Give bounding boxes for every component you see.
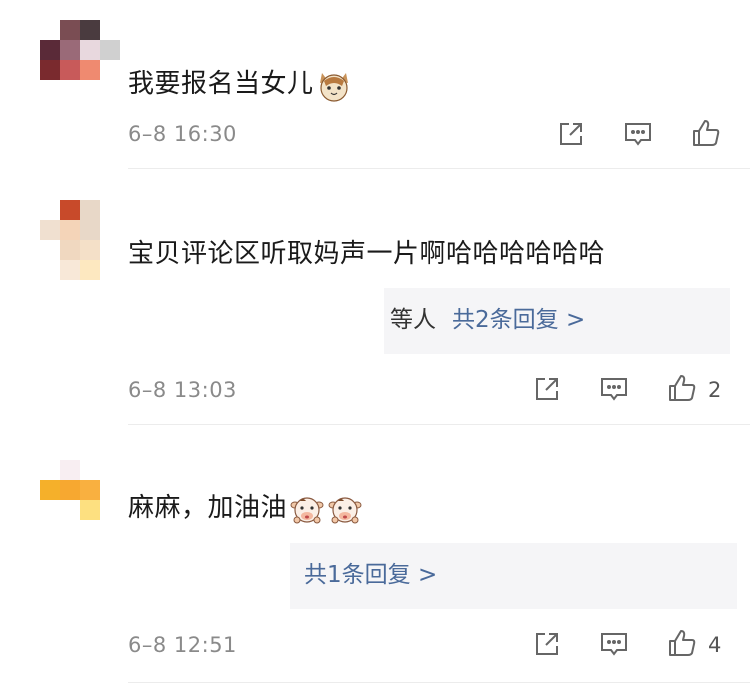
share-icon[interactable] [531, 373, 563, 405]
divider [128, 424, 750, 425]
view-replies-link[interactable]: 共2条回复 > [452, 307, 585, 333]
avatar[interactable] [40, 460, 100, 520]
share-icon[interactable] [555, 118, 587, 150]
comment-icon[interactable] [622, 118, 654, 150]
cow-emoji-icon [327, 491, 363, 527]
comment-icon[interactable] [598, 373, 630, 405]
reply-users: 等人 [390, 307, 436, 333]
divider [128, 682, 750, 683]
thumbs-up-icon[interactable] [690, 117, 722, 149]
view-replies-link[interactable]: 共1条回复 > [304, 562, 437, 588]
comment-text: 我要报名当女儿 [128, 66, 352, 103]
comment-icon[interactable] [598, 628, 630, 660]
reply-preview[interactable]: 共1条回复 > [290, 543, 737, 609]
reply-preview[interactable]: 等人 共2条回复 > [384, 288, 730, 354]
comment-body: 我要报名当女儿 [128, 69, 314, 99]
cat-emoji-icon [316, 67, 352, 103]
like-count: 2 [708, 378, 722, 402]
share-icon[interactable] [531, 628, 563, 660]
thumbs-up-icon[interactable] [666, 627, 698, 659]
cow-emoji-icon [289, 491, 325, 527]
comment-time: 6–8 16:30 [128, 122, 237, 146]
comment-text: 麻麻，加油油 [128, 490, 363, 527]
comment-time: 6–8 13:03 [128, 378, 237, 402]
like-count: 4 [708, 633, 722, 657]
comment-text: 宝贝评论区听取妈声一片啊哈哈哈哈哈哈 [128, 239, 606, 269]
avatar[interactable] [40, 20, 120, 100]
comment-body: 麻麻，加油油 [128, 493, 288, 523]
thumbs-up-icon[interactable] [666, 372, 698, 404]
divider [128, 168, 750, 169]
comment-time: 6–8 12:51 [128, 633, 237, 657]
avatar[interactable] [40, 200, 100, 280]
